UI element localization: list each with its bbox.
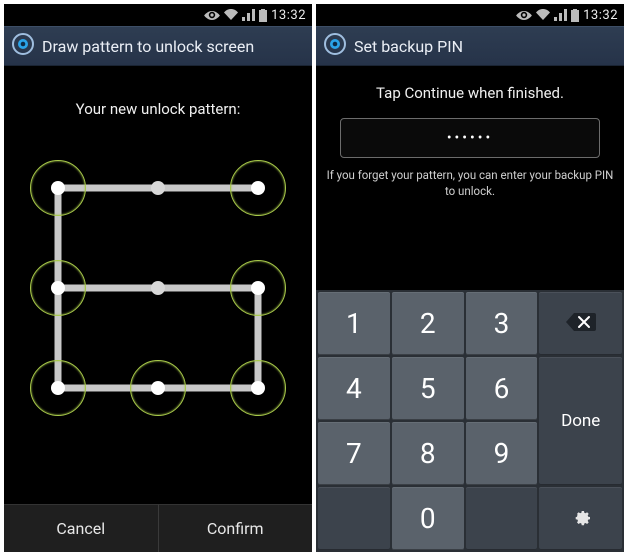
key-8[interactable]: 8 bbox=[392, 422, 464, 485]
key-1[interactable]: 1 bbox=[318, 292, 390, 355]
key-2[interactable]: 2 bbox=[392, 292, 464, 355]
prompt-text: Your new unlock pattern: bbox=[76, 100, 241, 118]
phone-right: 13:32 Set backup PIN Tap Continue when f… bbox=[316, 4, 624, 552]
settings-icon bbox=[324, 33, 346, 59]
pattern-dot-1[interactable] bbox=[151, 181, 165, 195]
eye-icon bbox=[516, 9, 532, 21]
prompt-text: Tap Continue when finished. bbox=[376, 84, 564, 102]
pattern-grid[interactable] bbox=[28, 158, 288, 418]
content-right: Tap Continue when finished. •••••• If yo… bbox=[316, 66, 624, 552]
content-left: Your new unlock pattern: bbox=[4, 66, 312, 504]
key-9[interactable]: 9 bbox=[466, 422, 538, 485]
settings-icon bbox=[12, 33, 34, 59]
cancel-button[interactable]: Cancel bbox=[4, 504, 158, 552]
signal-icon bbox=[242, 9, 255, 21]
pin-input[interactable]: •••••• bbox=[340, 118, 600, 158]
pattern-dot-8[interactable] bbox=[251, 381, 265, 395]
key-6[interactable]: 6 bbox=[466, 357, 538, 420]
confirm-button[interactable]: Confirm bbox=[158, 504, 313, 552]
status-bar: 13:32 bbox=[4, 4, 312, 26]
title-bar: Draw pattern to unlock screen bbox=[4, 26, 312, 66]
key-settings[interactable] bbox=[539, 487, 622, 550]
numeric-keypad: 1 2 3 4 5 6 Done 7 8 9 0 bbox=[316, 290, 624, 552]
eye-icon bbox=[204, 9, 220, 21]
pattern-dot-6[interactable] bbox=[51, 381, 65, 395]
button-bar: Cancel Confirm bbox=[4, 504, 312, 552]
clock: 13:32 bbox=[583, 8, 618, 23]
pattern-dot-3[interactable] bbox=[51, 281, 65, 295]
wifi-icon bbox=[536, 9, 550, 21]
battery-icon bbox=[259, 9, 267, 22]
page-title: Draw pattern to unlock screen bbox=[42, 37, 254, 56]
phone-left: 13:32 Draw pattern to unlock screen Your… bbox=[4, 4, 312, 552]
pattern-dot-5[interactable] bbox=[251, 281, 265, 295]
pin-subtext: If you forget your pattern, you can ente… bbox=[316, 168, 624, 199]
key-blank-2 bbox=[466, 487, 538, 550]
gear-icon bbox=[570, 502, 592, 535]
key-4[interactable]: 4 bbox=[318, 357, 390, 420]
backspace-icon bbox=[564, 307, 598, 340]
key-7[interactable]: 7 bbox=[318, 422, 390, 485]
wifi-icon bbox=[224, 9, 238, 21]
key-0[interactable]: 0 bbox=[392, 487, 464, 550]
title-bar: Set backup PIN bbox=[316, 26, 624, 66]
clock: 13:32 bbox=[271, 8, 306, 23]
pattern-dot-4[interactable] bbox=[151, 281, 165, 295]
pattern-dot-7[interactable] bbox=[151, 381, 165, 395]
key-blank bbox=[318, 487, 390, 550]
signal-icon bbox=[554, 9, 567, 21]
pattern-dot-2[interactable] bbox=[251, 181, 265, 195]
pattern-dot-0[interactable] bbox=[51, 181, 65, 195]
battery-icon bbox=[571, 9, 579, 22]
key-3[interactable]: 3 bbox=[466, 292, 538, 355]
key-done[interactable]: Done bbox=[539, 357, 622, 485]
key-5[interactable]: 5 bbox=[392, 357, 464, 420]
status-bar: 13:32 bbox=[316, 4, 624, 26]
key-backspace[interactable] bbox=[539, 292, 622, 355]
page-title: Set backup PIN bbox=[354, 37, 463, 56]
